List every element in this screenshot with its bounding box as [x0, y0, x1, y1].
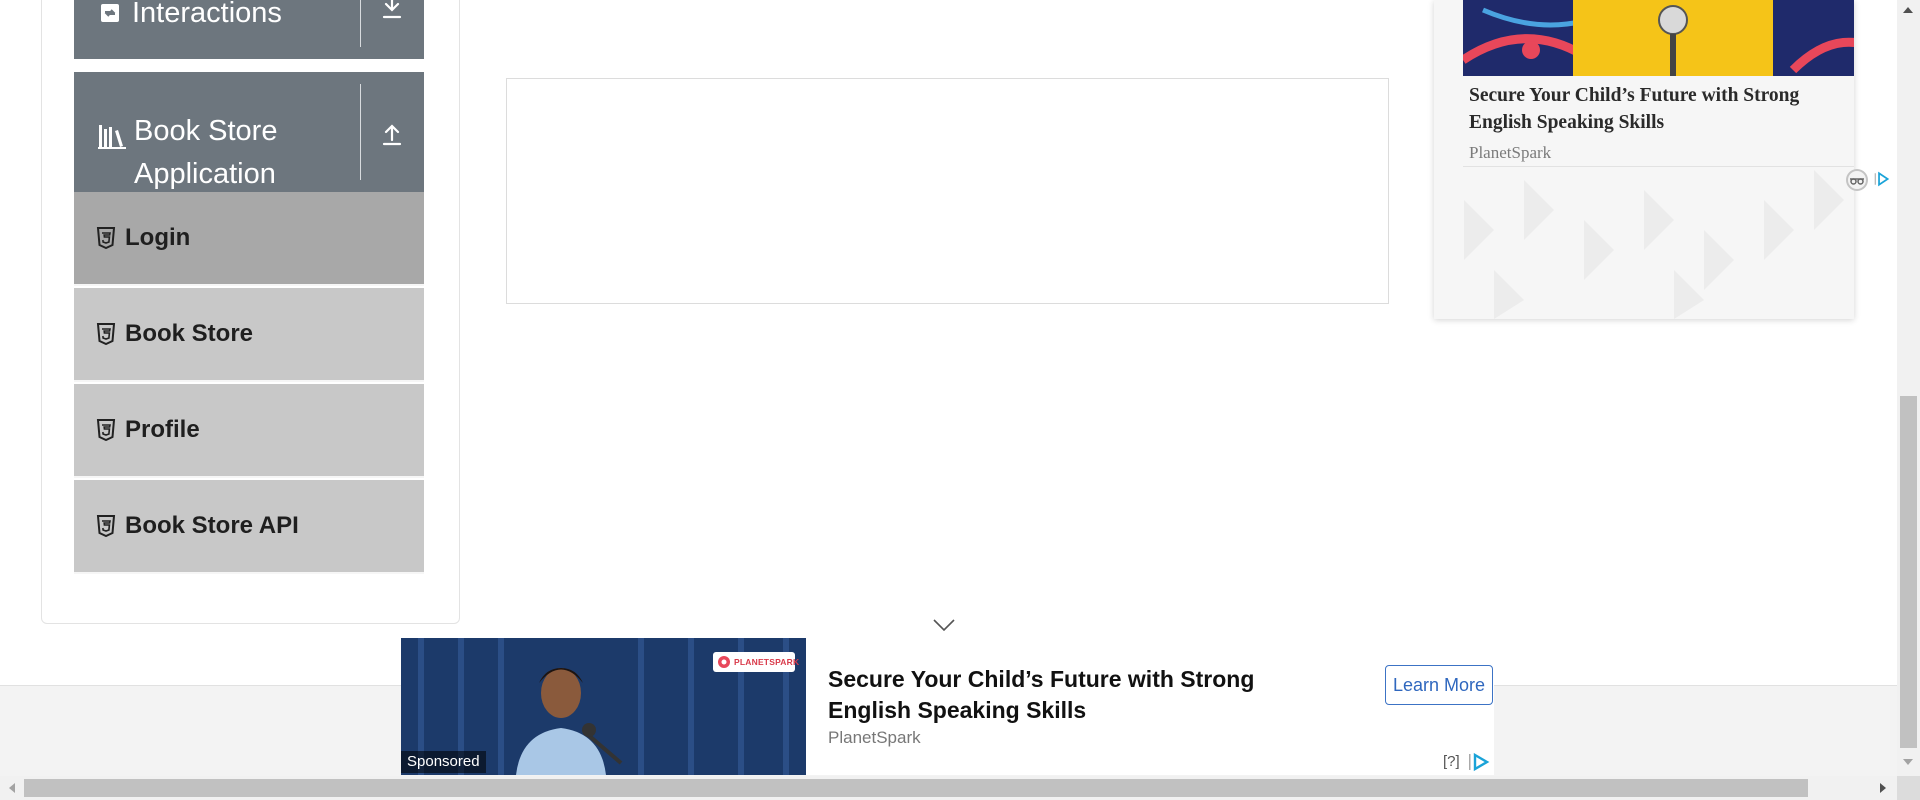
- privacy-icon[interactable]: [1845, 168, 1869, 192]
- sidebar-item-login[interactable]: Login: [74, 192, 424, 286]
- ad-help-link[interactable]: [?]: [1443, 753, 1460, 770]
- ad-headline[interactable]: Secure Your Child’s Future with Strong E…: [828, 664, 1328, 726]
- html5-icon: [96, 515, 116, 537]
- vertical-scrollbar[interactable]: [1897, 0, 1920, 776]
- planetspark-logo-text: PLANETSPARK: [734, 657, 800, 667]
- ad-advertiser[interactable]: PlanetSpark: [1469, 143, 1551, 163]
- html5-icon: [96, 227, 116, 249]
- sidebar-item-label: Book Store API: [125, 512, 299, 539]
- group-divider: [360, 0, 361, 47]
- planetspark-logo: PLANETSPARK: [713, 652, 799, 672]
- scroll-up-arrow-icon[interactable]: [1902, 5, 1914, 15]
- horizontal-scrollbar[interactable]: [0, 776, 1897, 800]
- ad-divider: [1463, 166, 1854, 167]
- scroll-down-arrow-icon[interactable]: [1902, 757, 1914, 767]
- book-store-icon: [98, 125, 126, 149]
- group-title-interactions: Interactions: [132, 0, 282, 29]
- ad-headline[interactable]: Secure Your Child’s Future with Strong E…: [1469, 82, 1839, 136]
- html5-icon: [96, 323, 116, 345]
- vertical-scrollbar-thumb[interactable]: [1900, 396, 1917, 748]
- ad-image-child-singing[interactable]: [1463, 0, 1854, 76]
- download-arrow-icon[interactable]: [377, 0, 407, 22]
- learn-more-button[interactable]: Learn More: [1385, 665, 1493, 705]
- sponsored-label: Sponsored: [401, 751, 486, 773]
- content-area: [506, 78, 1389, 304]
- sidebar-item-book-store[interactable]: Book Store: [74, 288, 424, 382]
- sidebar-item-label: Login: [125, 224, 191, 251]
- sidebar-item-book-store-api[interactable]: Book Store API: [74, 480, 424, 574]
- adchoices-icon[interactable]: [1468, 752, 1492, 772]
- upload-arrow-icon[interactable]: [377, 118, 407, 148]
- group-title-line-2: Application: [134, 158, 276, 190]
- scrollbar-corner: [1897, 776, 1920, 800]
- scroll-left-arrow-icon[interactable]: [7, 782, 17, 794]
- horizontal-scrollbar-thumb[interactable]: [24, 779, 1808, 797]
- ad-advertiser[interactable]: PlanetSpark: [828, 728, 921, 748]
- group-divider: [360, 84, 361, 180]
- right-ad[interactable]: Secure Your Child’s Future with Strong E…: [1434, 0, 1854, 319]
- interactions-icon: [101, 4, 119, 22]
- group-title-line-1: Book Store: [134, 115, 278, 147]
- sidebar-item-label: Profile: [125, 416, 200, 443]
- bottom-ad[interactable]: PLANETSPARK Sponsored Secure Your Child’…: [401, 638, 1494, 775]
- group-header-interactions[interactable]: Interactions: [74, 0, 424, 59]
- scroll-right-arrow-icon[interactable]: [1878, 782, 1888, 794]
- sidebar-item-label: Book Store: [125, 320, 254, 347]
- html5-icon: [96, 419, 116, 441]
- adchoices-icon[interactable]: [1874, 168, 1897, 190]
- chevron-down-icon[interactable]: [933, 618, 955, 632]
- planetspark-logo-mark: [718, 656, 730, 668]
- sidebar-item-profile[interactable]: Profile: [74, 384, 424, 478]
- group-header-book-store-application[interactable]: Book Store Application: [74, 72, 424, 192]
